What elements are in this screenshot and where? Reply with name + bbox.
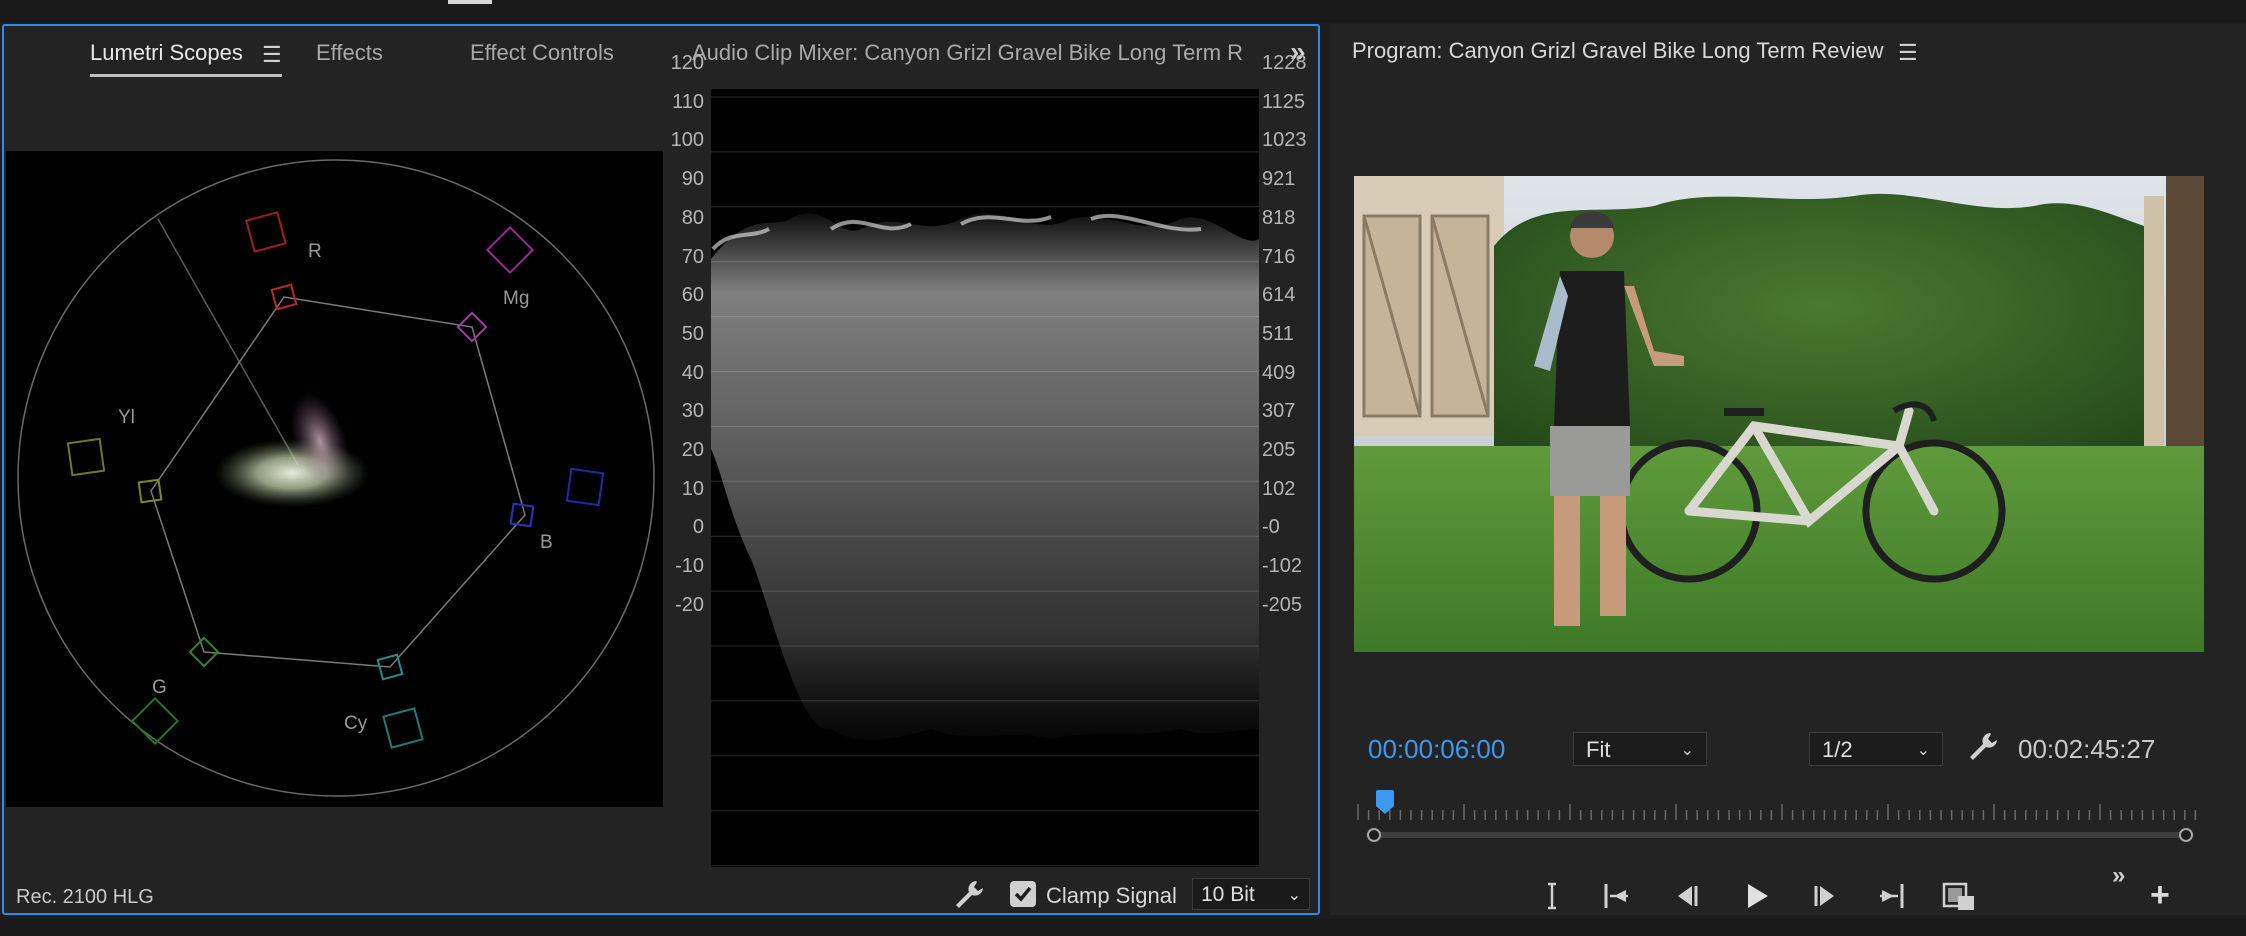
target-g-outer: [130, 696, 180, 746]
add-button-icon[interactable]: +: [2150, 876, 2170, 915]
mark-in-icon[interactable]: [1530, 876, 1570, 916]
clamp-signal-checkbox[interactable]: [1010, 881, 1036, 907]
waveform-right-tick-label: -205: [1262, 593, 1303, 616]
go-to-out-icon[interactable]: [1872, 876, 1912, 916]
program-monitor-panel: Program: Canyon Grizl Gravel Bike Long T…: [1330, 24, 2246, 915]
hamburger-menu-icon[interactable]: ☰: [1898, 40, 1918, 66]
zoom-select[interactable]: Fit ⌄: [1573, 732, 1707, 766]
label-mg: Mg: [503, 288, 529, 309]
target-r-outer: [245, 211, 287, 253]
scroll-handle-left[interactable]: [1367, 828, 1381, 842]
waveform-left-tick-label: 110: [672, 90, 704, 113]
label-b: B: [540, 532, 553, 553]
waveform-right-tick-label: 1023: [1262, 129, 1307, 152]
playback-resolution-select[interactable]: 1/2 ⌄: [1809, 732, 1943, 766]
workspace-indicator: [448, 0, 492, 4]
go-to-in-icon[interactable]: [1596, 876, 1636, 916]
waveform-left-tick-label: 60: [681, 284, 704, 307]
step-forward-icon[interactable]: [1806, 876, 1846, 916]
waveform-left-tick-label: -10: [675, 555, 704, 578]
label-cy: Cy: [344, 713, 368, 734]
sequence-duration: 00:02:45:27: [2018, 734, 2156, 764]
playhead-marker[interactable]: [1376, 790, 1394, 816]
target-cy-outer: [382, 707, 424, 749]
waveform-right-tick-label: 1125: [1262, 90, 1306, 113]
zoom-scrollbar[interactable]: [1366, 828, 2194, 842]
wrench-icon[interactable]: [1966, 730, 2000, 764]
waveform-right-tick-label: 409: [1262, 361, 1296, 384]
tab-audio-clip-mixer[interactable]: Audio Clip Mixer: Canyon Grizl Gravel Bi…: [692, 40, 1242, 66]
vectorscope-graph: R Mg Yl B G Cy: [17, 159, 655, 797]
waveform-left-tick-label: 0: [692, 516, 704, 539]
waveform-right-tick-label: 102: [1262, 477, 1296, 500]
waveform-right-tick-label: 614: [1262, 284, 1296, 307]
waveform-left-tick-label: 90: [681, 168, 704, 191]
waveform-left-tick-label: 70: [681, 245, 704, 268]
waveform-right-tick-label: 205: [1262, 439, 1296, 461]
step-back-icon[interactable]: [1666, 876, 1706, 916]
target-b-outer: [565, 467, 605, 507]
waveform-left-tick-label: 50: [681, 322, 704, 345]
skin-tone-line: [157, 218, 299, 466]
label-yl: Yl: [118, 407, 135, 428]
chevron-down-icon: ⌄: [1287, 887, 1301, 904]
target-yl-inner: [137, 478, 163, 504]
premiere-workspace: Lumetri Scopes ☰ Effects Effect Controls…: [0, 0, 2246, 936]
clamp-signal-label: Clamp Signal: [1046, 883, 1177, 908]
waveform-right-tick-label: -0: [1262, 516, 1280, 539]
tab-lumetri-scopes[interactable]: Lumetri Scopes: [90, 40, 243, 66]
waveform-left-tick-label: 120: [670, 52, 704, 74]
waveform-left-tick-label: 80: [681, 206, 704, 229]
bit-depth-value: 10 Bit: [1201, 883, 1255, 906]
waveform-graph: [711, 96, 1259, 867]
program-monitor-title[interactable]: Program: Canyon Grizl Gravel Bike Long T…: [1352, 38, 1883, 64]
vectorscope: R Mg Yl B G Cy: [6, 151, 663, 807]
program-video-frame[interactable]: [1354, 176, 2204, 652]
waveform-right-tick-label: -102: [1262, 555, 1303, 578]
lumetri-scopes-panel: Lumetri Scopes ☰ Effects Effect Controls…: [2, 24, 1320, 915]
waveform-left-tick-label: 30: [681, 400, 704, 423]
chevron-down-icon: ⌄: [1680, 742, 1694, 759]
waveform-right-tick-label: 818: [1262, 206, 1296, 229]
playhead-timecode[interactable]: 00:00:06:00: [1368, 734, 1505, 765]
bottom-bar: [0, 918, 2246, 936]
wrench-icon[interactable]: [952, 878, 986, 912]
waveform-right-tick-label: 1228: [1262, 52, 1307, 74]
waveform-left-tick-label: 20: [681, 439, 704, 461]
checkmark-icon: [1014, 886, 1032, 902]
time-ruler[interactable]: [1354, 802, 2204, 822]
resolution-value: 1/2: [1822, 737, 1853, 762]
video-still-image: [1354, 176, 2204, 652]
target-mg-outer: [485, 225, 535, 275]
waveform-left-tick-label: 10: [681, 477, 704, 500]
bit-depth-select[interactable]: 10 Bit ⌄: [1192, 878, 1310, 910]
colorspace-label[interactable]: Rec. 2100 HLG: [16, 886, 154, 909]
chevron-down-icon: ⌄: [1916, 742, 1930, 759]
waveform-left-tick-label: 100: [670, 129, 704, 152]
zoom-value: Fit: [1586, 737, 1611, 762]
target-yl-outer: [66, 437, 106, 477]
label-r: R: [308, 241, 322, 262]
hamburger-menu-icon[interactable]: ☰: [262, 42, 282, 68]
waveform-left-tick-label: -20: [675, 593, 704, 616]
waveform-right-tick-label: 921: [1262, 168, 1296, 191]
scroll-handle-right[interactable]: [2179, 828, 2193, 842]
waveform-left-tick-label: 40: [681, 361, 704, 384]
export-frame-icon[interactable]: [1938, 876, 1978, 916]
waveform-scope: [711, 89, 1259, 867]
double-chevron-right-icon[interactable]: »: [2112, 862, 2125, 890]
waveform-right-tick-label: 716: [1262, 245, 1296, 268]
active-tab-underline: [90, 74, 282, 77]
top-bar: [0, 0, 2246, 22]
tab-effects[interactable]: Effects: [316, 40, 383, 66]
waveform-right-tick-label: 307: [1262, 400, 1296, 423]
label-g: G: [152, 677, 167, 698]
waveform-right-tick-label: 511: [1262, 322, 1294, 345]
play-icon[interactable]: [1736, 876, 1776, 916]
waveform-trace: [711, 213, 1259, 741]
tab-effect-controls[interactable]: Effect Controls: [470, 40, 614, 66]
